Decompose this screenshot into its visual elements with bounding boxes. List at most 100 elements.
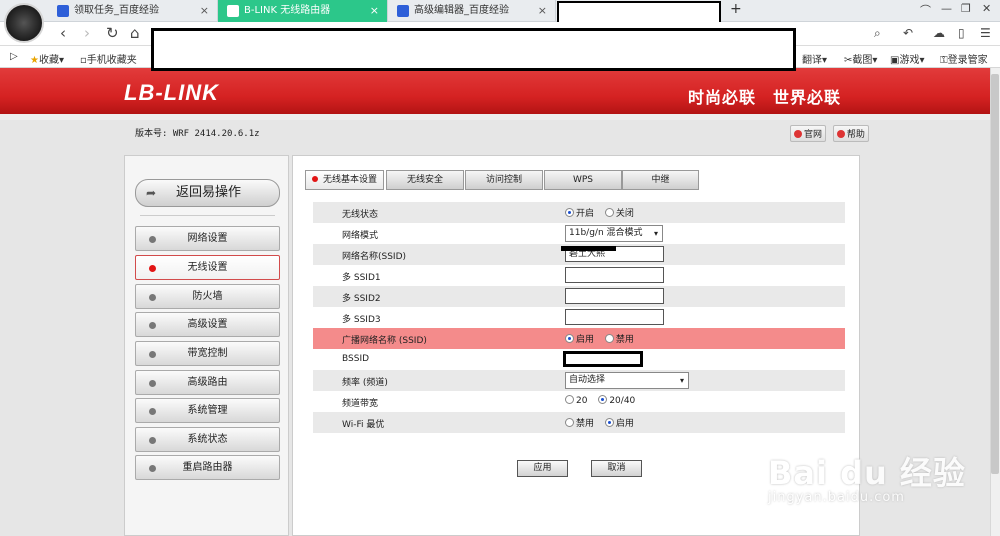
back-to-quick-setup-button[interactable]: ➦ 返回易操作 [135, 179, 280, 207]
row-bssid: BSSID [313, 349, 845, 370]
redacted-bssid [563, 351, 643, 367]
back-icon[interactable]: ‹ [60, 24, 66, 42]
bullet-icon [149, 236, 156, 243]
row-ssid: 网络名称(SSID) 碧土大熙 [313, 244, 845, 265]
bookmark-screenshot[interactable]: ✂截图▾ [844, 51, 877, 66]
search-icon[interactable]: ⌕ [874, 26, 881, 41]
sidebar-item-firewall[interactable]: 防火墙 [135, 284, 280, 309]
row-network-mode: 网络模式 11b/g/n 混合模式 ▾ [313, 223, 845, 244]
bullet-icon [149, 322, 156, 329]
bandwidth-20-radio[interactable]: 20 [565, 393, 587, 406]
brand-logo: LB-LINK [124, 80, 219, 105]
tab-blink-router[interactable]: B-LINK 无线路由器 × [218, 0, 388, 22]
tab-close-icon[interactable]: × [370, 0, 379, 22]
bookmark-games[interactable]: ▣游戏▾ [890, 51, 924, 66]
redacted-tab [557, 1, 721, 24]
help-link[interactable]: 帮助 [832, 125, 869, 142]
tab-wireless-basic[interactable]: 无线基本设置 [305, 170, 384, 190]
apply-button[interactable]: 应用 [517, 460, 568, 477]
broadcast-enable-radio[interactable]: 启用 [565, 330, 594, 345]
wireless-on-radio[interactable]: 开启 [565, 204, 594, 219]
row-wireless-status: 无线状态 开启 关闭 [313, 202, 845, 223]
multi-ssid2-input[interactable] [565, 288, 664, 304]
row-wifi-optimize: Wi-Fi 最优 禁用 启用 [313, 412, 845, 433]
bullet-icon [149, 408, 156, 415]
forward-icon[interactable]: › [84, 24, 90, 42]
bullet-icon [149, 380, 156, 387]
home-icon [794, 130, 802, 138]
baidu-watermark: Bai du 经验 jingyan.baidu.com [768, 454, 966, 505]
wifi-optimize-enable-radio[interactable]: 启用 [604, 414, 634, 429]
close-window-button[interactable]: ✕ [982, 2, 991, 15]
channel-select[interactable]: 自动选择 ▾ [565, 372, 689, 389]
router-sidebar: ➦ 返回易操作 网络设置 无线设置 防火墙 高级设置 带宽控制 高级路由 系统管… [124, 155, 289, 536]
sidebar-item-network[interactable]: 网络设置 [135, 226, 280, 251]
refresh-icon[interactable]: ↻ [106, 24, 119, 42]
sidebar-item-system-management[interactable]: 系统管理 [135, 398, 280, 423]
browser-tab-bar: 领取任务_百度经验 × B-LINK 无线路由器 × 高级编辑器_百度经验 × … [0, 0, 1000, 24]
menu-icon[interactable]: ☰ [980, 26, 991, 40]
phone-icon[interactable]: ▯ [958, 26, 965, 40]
tab-repeater[interactable]: 中继 [622, 170, 699, 190]
bullet-icon [149, 351, 156, 358]
redacted-url-field [151, 28, 796, 71]
tab-baidu-task[interactable]: 领取任务_百度经验 × [48, 0, 218, 22]
multi-ssid3-input[interactable] [565, 309, 664, 325]
brand-slogan: 时尚必联 世界必联 [688, 90, 842, 107]
tab-wireless-security[interactable]: 无线安全 [386, 170, 464, 190]
firmware-version: 版本号: WRF 2414.20.6.1z [135, 129, 260, 139]
row-multi-ssid3: 多 SSID3 [313, 307, 845, 328]
row-multi-ssid2: 多 SSID2 [313, 286, 845, 307]
sidebar-toggle-icon[interactable]: ▷ [10, 51, 18, 62]
maximize-button[interactable]: ❐ [961, 2, 971, 15]
home-icon[interactable]: ⌂ [130, 24, 140, 42]
back-arrow-icon: ➦ [146, 186, 157, 200]
folder-icon: ▫ [80, 55, 87, 66]
redaction-bar [561, 246, 616, 251]
new-tab-button[interactable]: + [730, 1, 742, 17]
bookmark-favorites[interactable]: ★收藏▾ [30, 51, 64, 66]
tab-wps[interactable]: WPS [544, 170, 622, 190]
tab-close-icon[interactable]: × [200, 0, 209, 22]
tab-title: B-LINK 无线路由器 [244, 5, 331, 16]
tab-access-control[interactable]: 访问控制 [465, 170, 543, 190]
help-icon [836, 130, 845, 138]
wireless-off-radio[interactable]: 关闭 [604, 204, 634, 219]
tab-advanced-editor[interactable]: 高级编辑器_百度经验 × [388, 0, 556, 22]
undo-close-icon[interactable]: ↶ [903, 26, 913, 40]
skin-icon[interactable]: ⌒ [920, 2, 931, 18]
user-avatar[interactable] [4, 3, 44, 43]
multi-ssid1-input[interactable] [565, 267, 664, 283]
wifi-optimize-disable-radio[interactable]: 禁用 [565, 414, 594, 429]
baidu-favicon-icon [57, 5, 69, 17]
key-icon: ⚿ [940, 55, 948, 66]
broadcast-disable-radio[interactable]: 禁用 [604, 330, 634, 345]
sidebar-item-system-status[interactable]: 系统状态 [135, 427, 280, 452]
bullet-icon [149, 465, 156, 472]
tab-close-icon[interactable]: × [538, 0, 547, 22]
bandwidth-20-40-radio[interactable]: 20/40 [598, 393, 635, 406]
bookmark-translate[interactable]: 翻译▾ [802, 51, 827, 66]
bullet-icon [149, 294, 156, 301]
tab-title: 高级编辑器_百度经验 [414, 5, 509, 16]
sidebar-item-reboot[interactable]: 重启路由器 [135, 455, 280, 480]
minimize-button[interactable]: — [941, 2, 952, 15]
scrollbar-thumb[interactable] [991, 74, 999, 474]
official-site-link[interactable]: 官网 [790, 125, 827, 142]
chevron-down-icon: ▾ [679, 376, 684, 385]
sidebar-item-advanced[interactable]: 高级设置 [135, 312, 280, 337]
active-dot-icon [311, 176, 318, 182]
cloud-icon[interactable]: ☁ [933, 26, 945, 40]
row-broadcast-ssid: 广播网络名称 (SSID) 启用 禁用 [313, 328, 845, 349]
sidebar-item-wireless[interactable]: 无线设置 [135, 255, 280, 280]
network-mode-select[interactable]: 11b/g/n 混合模式 ▾ [565, 225, 663, 242]
row-bandwidth: 频道带宽 20 20/40 [313, 391, 845, 412]
bookmark-mobile[interactable]: ▫手机收藏夹 [80, 51, 137, 66]
cancel-button[interactable]: 取消 [591, 460, 642, 477]
bookmark-login-manager[interactable]: ⚿登录管家 [940, 51, 988, 66]
chevron-down-icon: ▾ [653, 229, 658, 238]
tab-title: 领取任务_百度经验 [74, 5, 159, 16]
sidebar-item-advanced-routing[interactable]: 高级路由 [135, 370, 280, 395]
bullet-icon [149, 265, 156, 272]
sidebar-item-bandwidth[interactable]: 带宽控制 [135, 341, 280, 366]
